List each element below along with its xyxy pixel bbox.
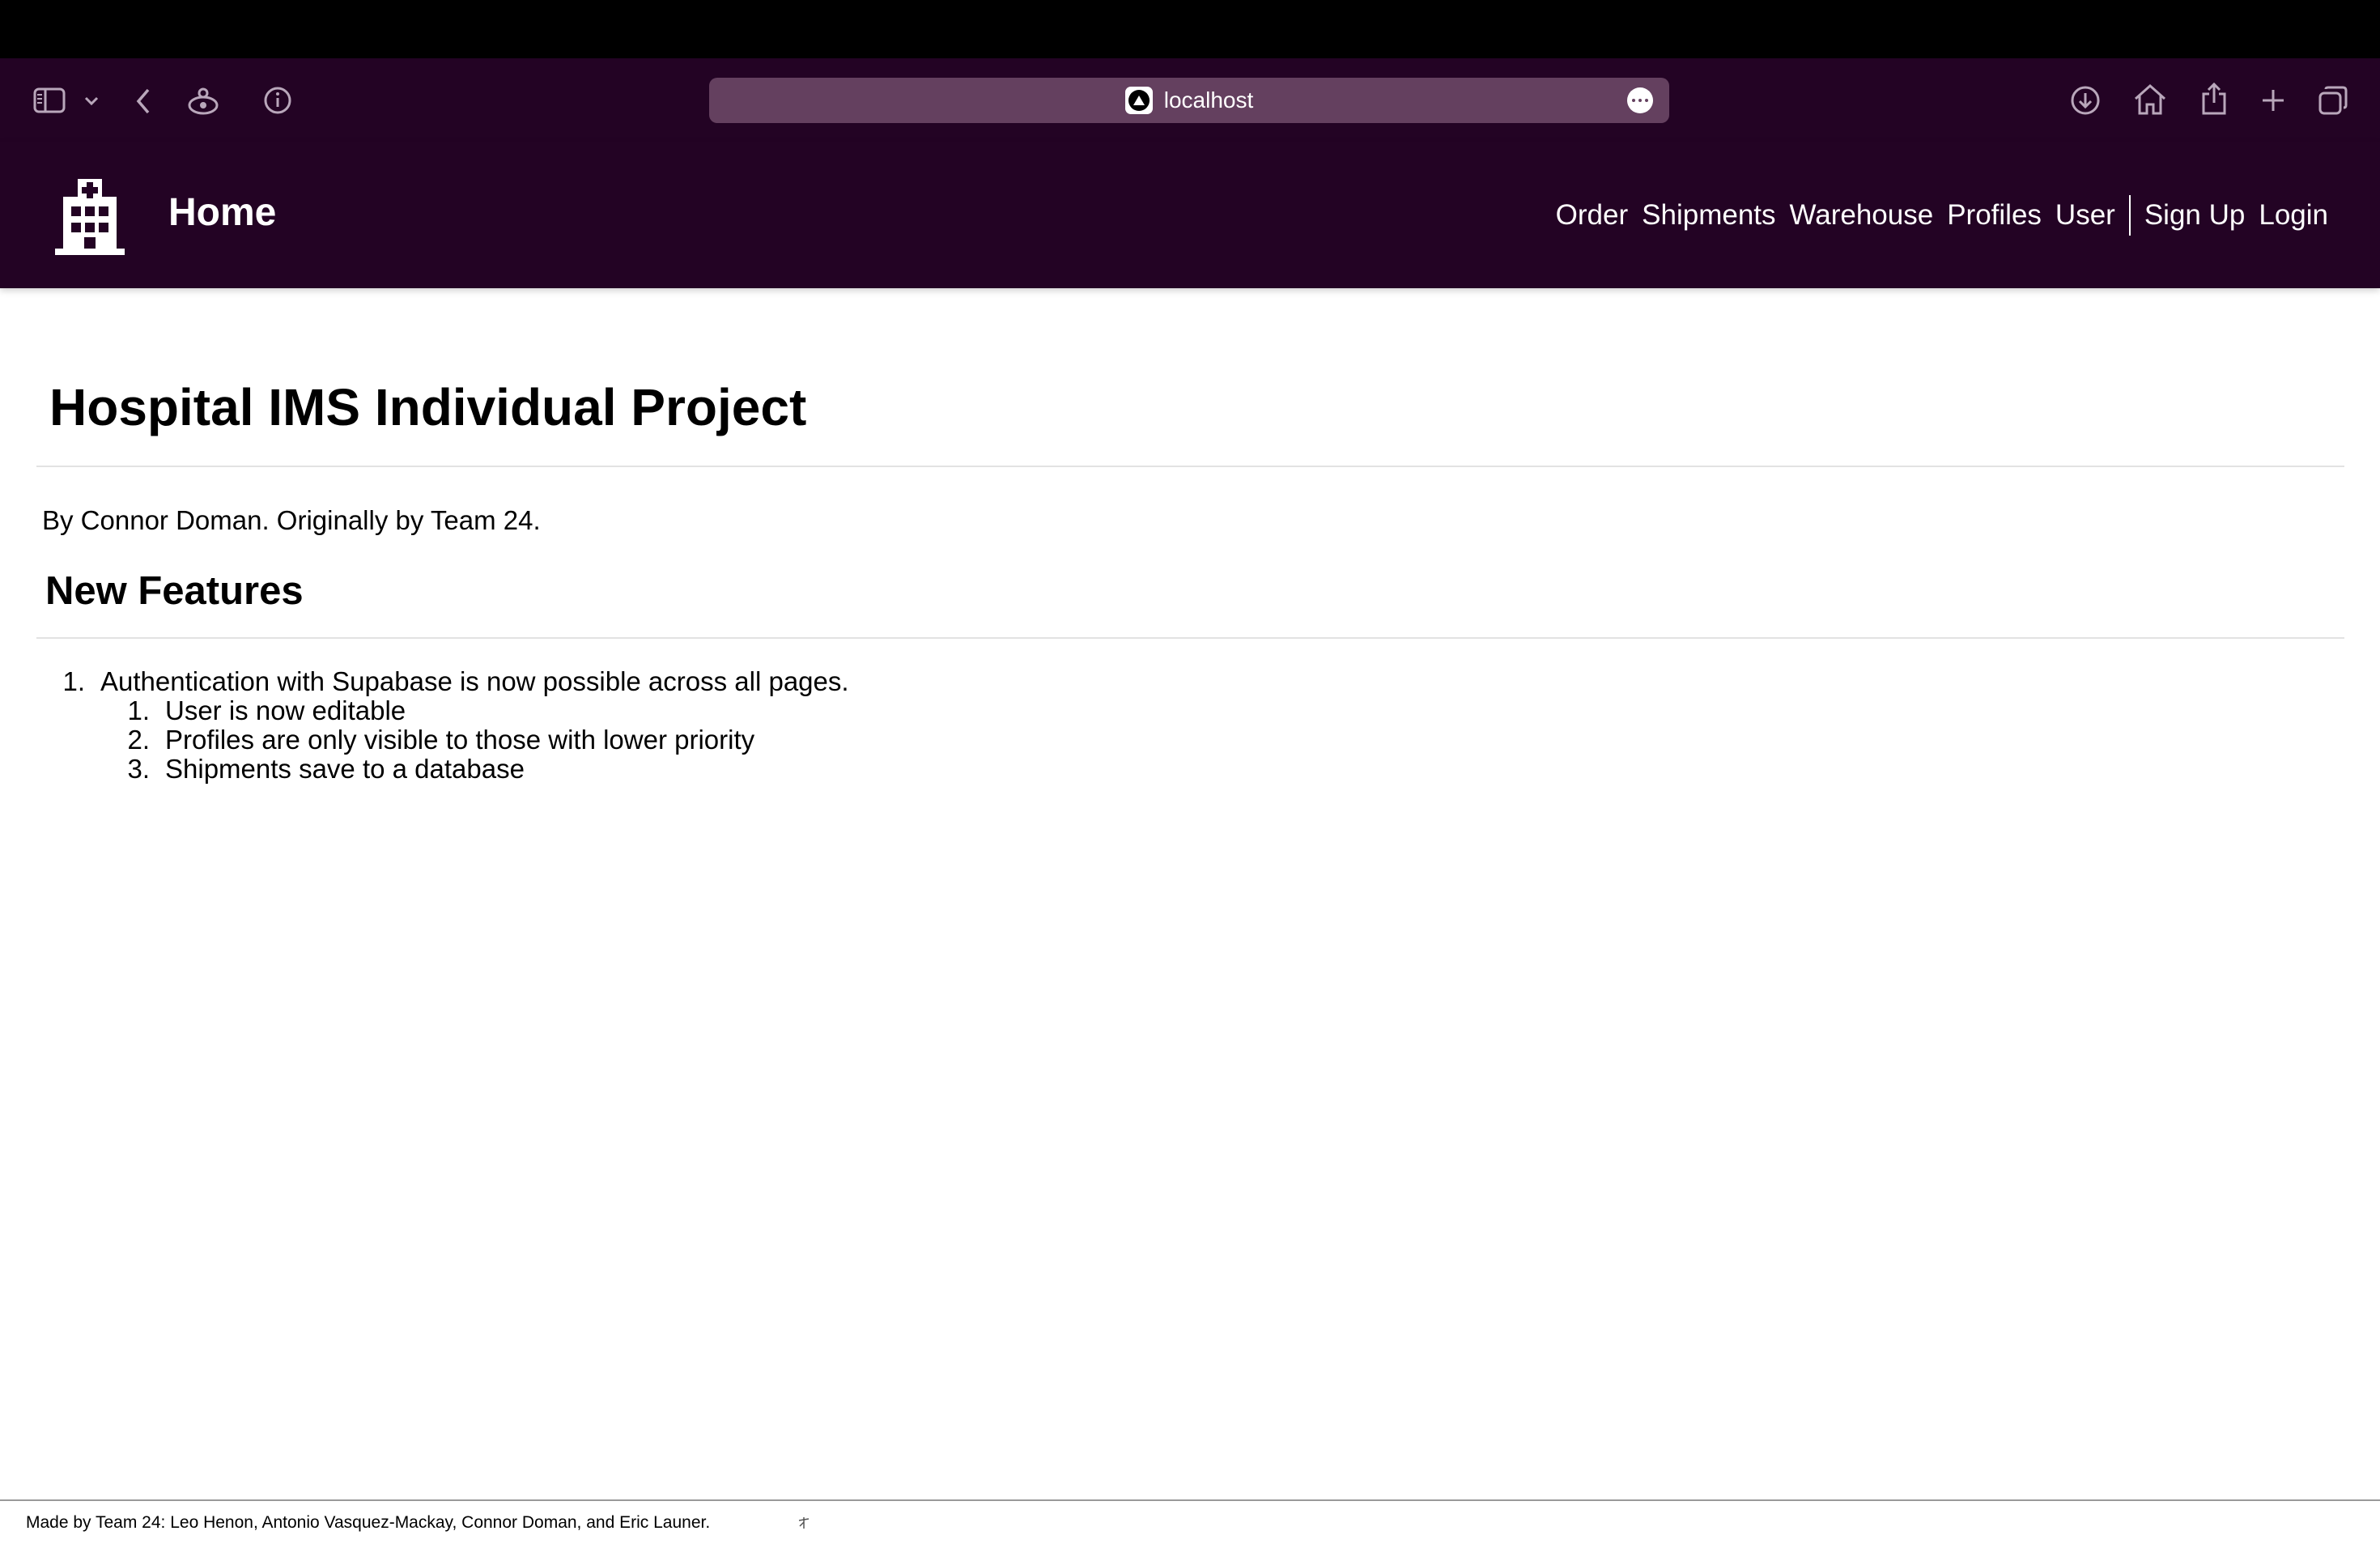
info-icon[interactable] <box>262 85 293 116</box>
chevron-down-icon[interactable] <box>83 92 100 110</box>
footer: Made by Team 24: Leo Henon, Antonio Vasq… <box>0 1499 2380 1548</box>
plus-icon[interactable] <box>2259 86 2288 115</box>
page-title: Hospital IMS Individual Project <box>49 378 807 436</box>
app-navbar: Home Order Shipments Warehouse Profiles … <box>0 142 2380 288</box>
download-icon[interactable] <box>2069 84 2102 117</box>
list-item-text: User is now editable <box>165 695 406 725</box>
byline: By Connor Doman. Originally by Team 24. <box>42 505 541 535</box>
nav-user[interactable]: User <box>2055 199 2115 232</box>
share-icon[interactable] <box>2199 81 2229 117</box>
list-item-text: Shipments save to a database <box>165 754 525 784</box>
nav-links: Order Shipments Warehouse Profiles User … <box>1556 190 2328 240</box>
brand-home-link[interactable]: Home <box>168 190 276 235</box>
list-item-number: 2. <box>127 725 150 755</box>
list-item-number: 1. <box>127 695 150 725</box>
site-favicon-icon <box>1124 87 1153 114</box>
home-icon[interactable] <box>2132 83 2168 117</box>
os-menu-bar <box>0 0 2380 58</box>
nav-divider <box>2128 195 2131 236</box>
hospital-icon[interactable] <box>53 176 126 257</box>
nav-order[interactable]: Order <box>1556 199 1628 232</box>
address-bar[interactable]: localhost <box>709 78 1669 123</box>
section-divider <box>36 637 2344 639</box>
sidebar-icon[interactable] <box>32 86 66 115</box>
back-icon[interactable] <box>131 86 155 117</box>
nav-shipments[interactable]: Shipments <box>1642 199 1775 232</box>
list-item-text: Authentication with Supabase is now poss… <box>100 666 849 696</box>
browser-toolbar: localhost <box>0 58 2380 142</box>
nav-signup[interactable]: Sign Up <box>2144 199 2246 232</box>
list-item-text: Profiles are only visible to those with … <box>165 725 755 755</box>
more-icon[interactable] <box>1627 87 1653 113</box>
nav-login[interactable]: Login <box>2259 199 2328 232</box>
nav-profiles[interactable]: Profiles <box>1947 199 2042 232</box>
footer-credits: Made by Team 24: Leo Henon, Antonio Vasq… <box>26 1513 711 1532</box>
nav-warehouse[interactable]: Warehouse <box>1790 199 1934 232</box>
list-item-number: 1. <box>62 666 85 696</box>
address-url: localhost <box>1163 87 1254 113</box>
list-item-number: 3. <box>127 754 150 784</box>
reader-icon[interactable] <box>185 84 221 117</box>
section-title: New Features <box>45 569 304 613</box>
title-divider <box>36 466 2344 467</box>
cursor-icon <box>796 1514 814 1532</box>
tabs-icon[interactable] <box>2317 84 2349 117</box>
